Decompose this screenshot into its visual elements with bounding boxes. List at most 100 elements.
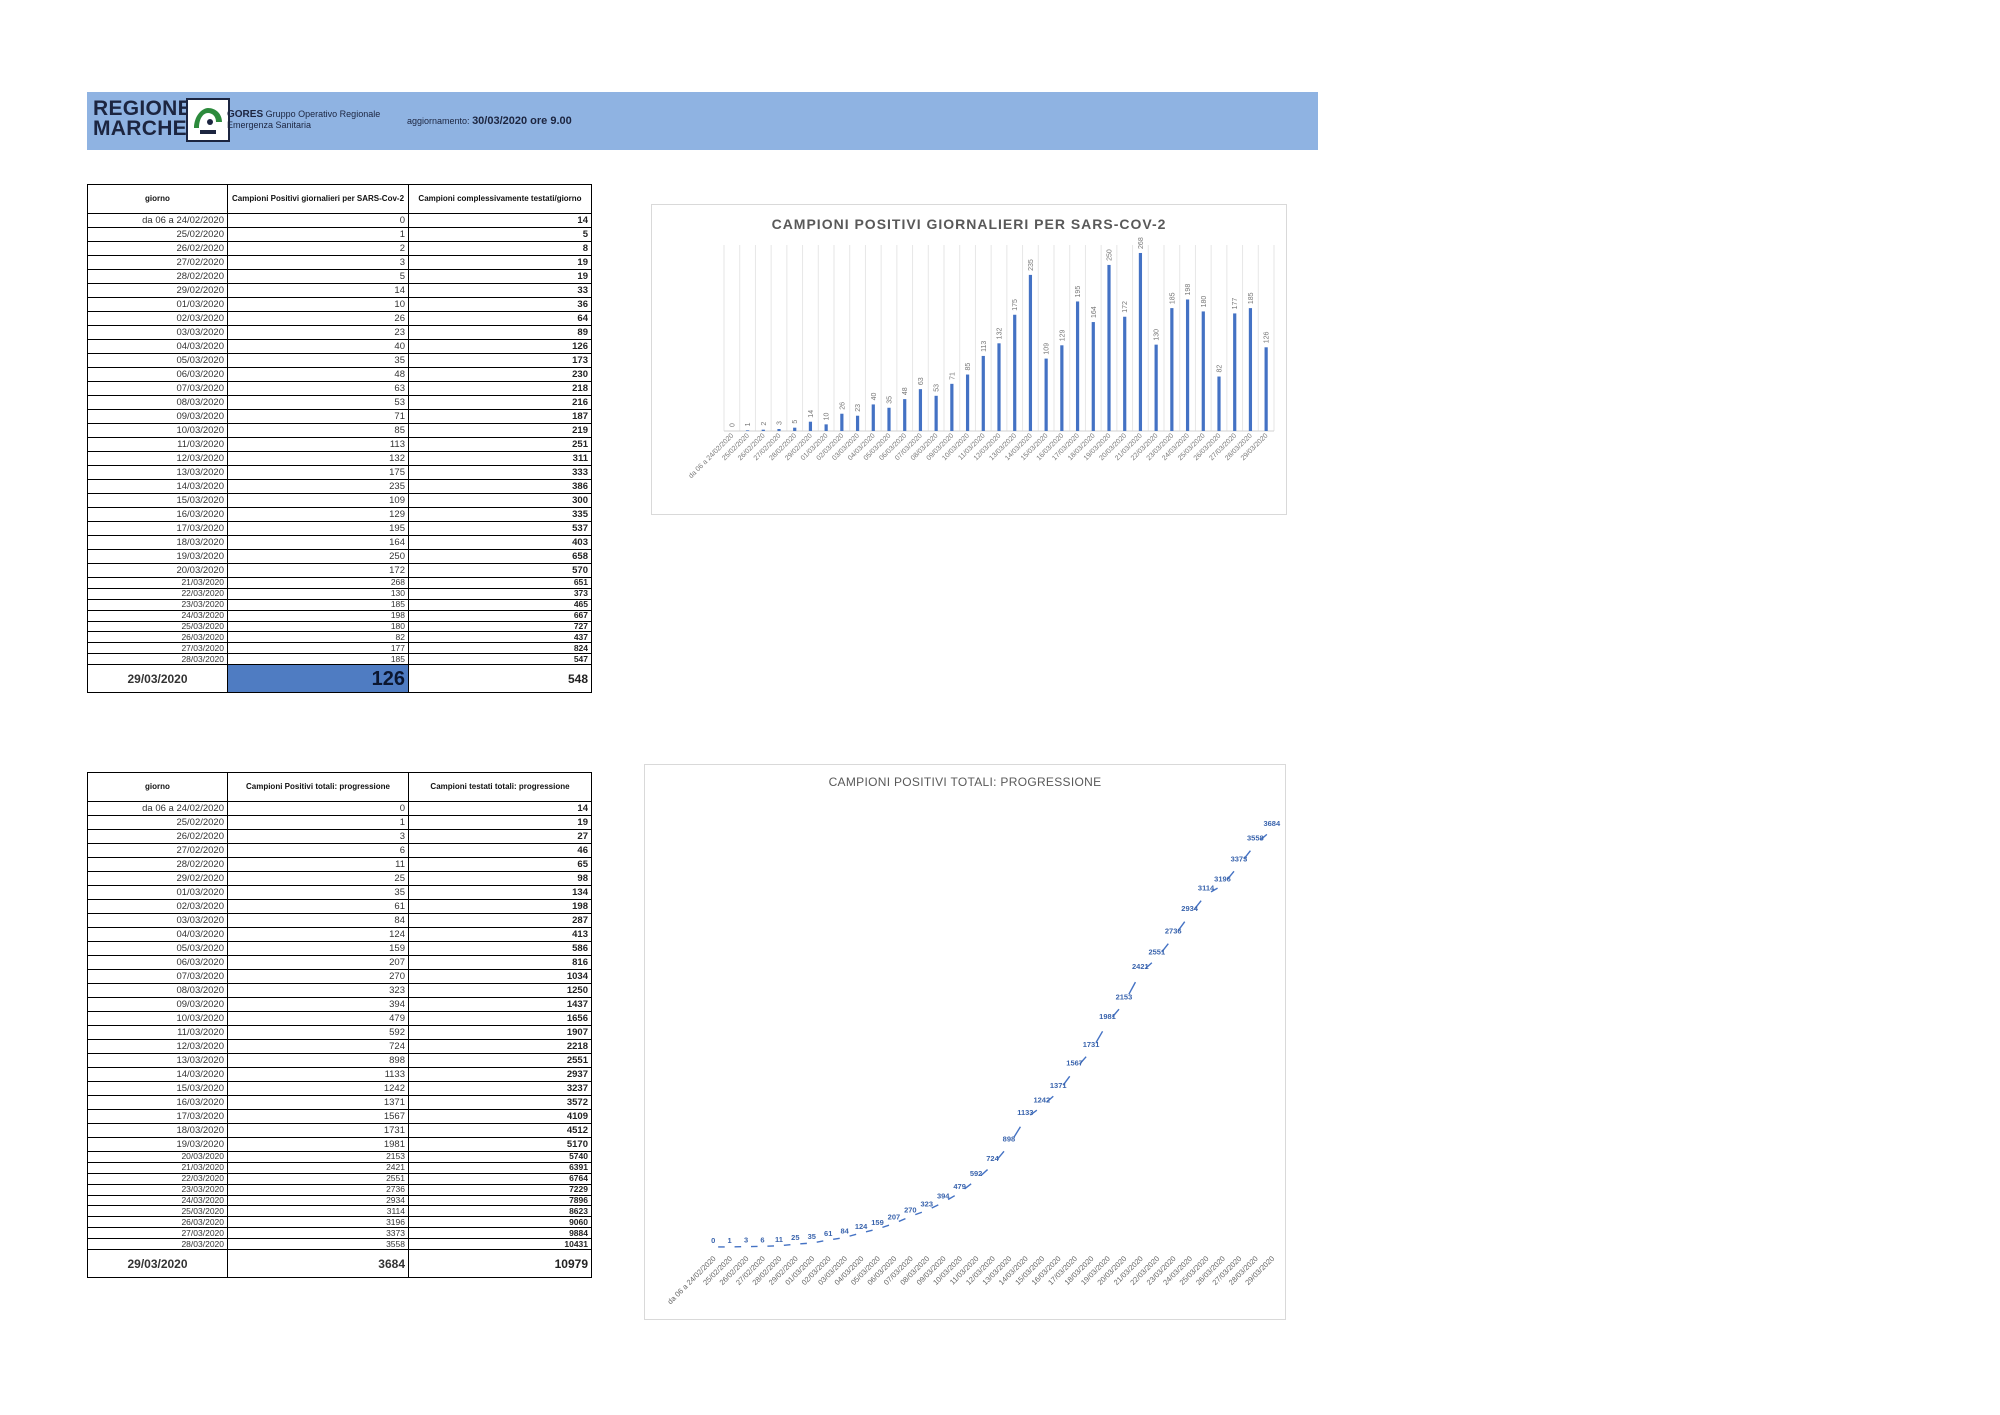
tested-cell: 36 (408, 297, 592, 312)
table-header: Campioni complessivamente testati/giorno (408, 184, 592, 214)
region-emblem-icon (186, 98, 230, 142)
date-cell: 14/03/2020 (87, 479, 228, 494)
cumulative-progression-table: giorno Campioni Positivi totali: progres… (87, 772, 592, 1279)
table-row: 27/02/2020 6 46 (87, 843, 592, 858)
table-row: 16/03/2020 129 335 (87, 507, 592, 522)
tested-cell: 89 (408, 325, 592, 340)
positives-cell: 268 (227, 577, 409, 589)
data-label: 53 (934, 384, 941, 392)
bar (1123, 316, 1127, 431)
table-row: 28/03/2020 3558 10431 (87, 1238, 592, 1251)
date-cell: 26/02/2020 (87, 829, 228, 844)
data-label: 40 (871, 393, 878, 401)
positives-cell: 25 (227, 871, 409, 886)
table-row: 26/03/2020 3196 9060 (87, 1216, 592, 1229)
date-cell: 10/03/2020 (87, 1011, 228, 1026)
total-row: 29/03/2020 126 548 (87, 664, 592, 694)
positives-cell: 1567 (227, 1109, 409, 1124)
tested-cell: 3237 (408, 1081, 592, 1096)
data-label: 268 (1138, 237, 1145, 249)
table-row: 16/03/2020 1371 3572 (87, 1095, 592, 1110)
bar (1217, 376, 1221, 431)
table-header: Campioni Positivi giornalieri per SARS-C… (227, 184, 409, 214)
tested-cell: 1250 (408, 983, 592, 998)
positives-cell: 1 (227, 815, 409, 830)
date-cell: 09/03/2020 (87, 409, 228, 424)
region-logo-text: REGIONE MARCHE (93, 98, 192, 139)
date-cell: 21/03/2020 (87, 1161, 228, 1174)
tested-cell: 126 (408, 339, 592, 354)
date-cell: 01/03/2020 (87, 297, 228, 312)
bar (793, 427, 797, 431)
date-cell: da 06 a 24/02/2020 (87, 801, 228, 816)
total-date-cell: 29/03/2020 (87, 1249, 228, 1279)
date-cell: 23/03/2020 (87, 598, 228, 611)
positives-cell: 177 (227, 642, 409, 655)
data-label: 2153 (1116, 992, 1133, 1001)
date-cell: 27/03/2020 (87, 642, 228, 655)
data-label: 1731 (1083, 1040, 1100, 1049)
date-cell: 19/03/2020 (87, 1137, 228, 1152)
table-row: 23/03/2020 2736 7229 (87, 1183, 592, 1196)
bar (965, 374, 970, 431)
date-cell: 28/03/2020 (87, 1238, 228, 1251)
bar (887, 407, 891, 431)
table-row: 25/02/2020 1 19 (87, 815, 592, 830)
positives-cell: 5 (227, 269, 409, 284)
date-cell: 07/03/2020 (87, 381, 228, 396)
data-label: 1133 (1017, 1108, 1033, 1117)
table-row: 19/03/2020 250 658 (87, 549, 592, 564)
tested-cell: 33 (408, 283, 592, 298)
table-row: 22/03/2020 2551 6764 (87, 1172, 592, 1185)
data-label: 2736 (1165, 926, 1182, 935)
positives-cell: 479 (227, 1011, 409, 1026)
bar (808, 421, 813, 431)
data-label: 0 (711, 1236, 715, 1245)
table-row: 01/03/2020 10 36 (87, 297, 592, 312)
table-row: 12/03/2020 132 311 (87, 451, 592, 466)
data-label: 3114 (1198, 884, 1215, 893)
bar (981, 355, 985, 431)
positives-cell: 48 (227, 367, 409, 382)
update-value: 30/03/2020 ore 9.00 (472, 115, 572, 127)
positives-cell: 132 (227, 451, 409, 466)
data-label: 177 (1232, 298, 1239, 310)
date-cell: 01/03/2020 (87, 885, 228, 900)
line-chart-canvas: 0da 06 a 24/02/2020125/02/2020326/02/202… (666, 819, 1281, 1306)
date-cell: 04/03/2020 (87, 339, 228, 354)
total-positives-cell: 126 (227, 664, 409, 694)
tested-cell: 6764 (408, 1172, 592, 1185)
table-row: 13/03/2020 898 2551 (87, 1053, 592, 1068)
data-label: 82 (1217, 365, 1224, 373)
org-desc-1: Gruppo Operativo Regionale (265, 109, 381, 119)
data-label: 175 (1012, 299, 1019, 311)
date-cell: 28/03/2020 (87, 653, 228, 666)
table-row: 04/03/2020 40 126 (87, 339, 592, 354)
positives-cell: 3373 (227, 1227, 409, 1240)
date-cell: 16/03/2020 (87, 507, 228, 522)
date-cell: 04/03/2020 (87, 927, 228, 942)
date-cell: 17/03/2020 (87, 1109, 228, 1124)
data-label: 35 (887, 396, 894, 404)
tested-cell: 219 (408, 423, 592, 438)
header-banner: REGIONE MARCHE GORES Gruppo Operativo Re… (87, 92, 1318, 150)
tested-cell: 311 (408, 451, 592, 466)
table-row: 27/03/2020 3373 9884 (87, 1227, 592, 1240)
daily-positives-bar-chart: CAMPIONI POSITIVI GIORNALIERI PER SARS-C… (651, 204, 1287, 515)
positives-cell: 26 (227, 311, 409, 326)
data-label: 1371 (1050, 1081, 1067, 1090)
tested-cell: 134 (408, 885, 592, 900)
tested-cell: 5 (408, 227, 592, 242)
positives-cell: 63 (227, 381, 409, 396)
table-row: 11/03/2020 592 1907 (87, 1025, 592, 1040)
table-row: 29/02/2020 14 33 (87, 283, 592, 298)
positives-cell: 195 (227, 521, 409, 536)
table-row: 26/02/2020 2 8 (87, 241, 592, 256)
table-row: 06/03/2020 207 816 (87, 955, 592, 970)
tested-cell: 333 (408, 465, 592, 480)
table-row: 15/03/2020 1242 3237 (87, 1081, 592, 1096)
data-label: 185 (1169, 292, 1176, 304)
org-desc-2: Emergenza Sanitaria (227, 120, 312, 130)
tested-cell: 2937 (408, 1067, 592, 1082)
date-cell: 03/03/2020 (87, 325, 228, 340)
